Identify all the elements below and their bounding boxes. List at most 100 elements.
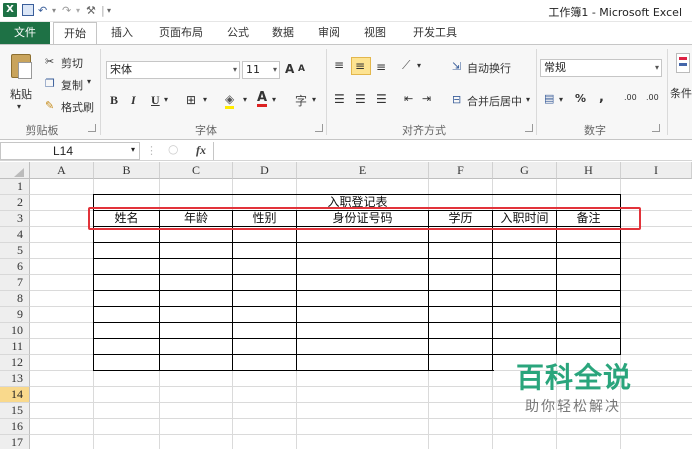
bold-button[interactable]: B <box>110 93 118 108</box>
row-header[interactable]: 12 <box>0 355 30 371</box>
row-header[interactable]: 7 <box>0 275 30 291</box>
row-header[interactable]: 8 <box>0 291 30 307</box>
align-center-icon[interactable]: ☰ <box>355 92 366 106</box>
tab-page-layout[interactable]: 页面布局 <box>150 22 212 44</box>
tab-review[interactable]: 审阅 <box>310 22 348 44</box>
increase-indent-icon[interactable]: ⇥ <box>422 92 431 105</box>
merge-center-button[interactable]: 合并后居中 <box>467 93 522 109</box>
number-format-combo[interactable]: 常规 ▾ <box>540 59 662 77</box>
row-header-selected[interactable]: 14 <box>0 387 30 403</box>
increase-decimal-button[interactable]: .00 <box>624 93 637 102</box>
align-right-icon[interactable]: ☰ <box>376 92 387 106</box>
col-header-e[interactable]: E <box>297 162 429 179</box>
font-launcher-icon[interactable] <box>315 124 323 132</box>
underline-dropdown-icon[interactable]: ▾ <box>164 95 168 104</box>
col-header-g[interactable]: G <box>493 162 557 179</box>
number-launcher-icon[interactable] <box>652 124 660 132</box>
col-header-c[interactable]: C <box>160 162 233 179</box>
name-box[interactable]: L14 <box>0 142 140 160</box>
phonetic-guide-icon[interactable]: 字 <box>295 92 307 109</box>
undo-icon[interactable]: ↶ <box>38 3 47 18</box>
copy-button[interactable]: ❐ 复制 ▾ <box>42 76 98 92</box>
row-header[interactable]: 2 <box>0 195 30 211</box>
row-header[interactable]: 6 <box>0 259 30 275</box>
formula-input[interactable] <box>213 142 692 160</box>
underline-button[interactable]: U <box>151 93 160 108</box>
wrap-text-icon[interactable]: ⇲ <box>452 60 461 73</box>
row-header[interactable]: 16 <box>0 419 30 435</box>
format-painter-button[interactable]: ✎ 格式刷 <box>42 98 96 114</box>
save-icon[interactable] <box>22 4 34 16</box>
currency-dropdown-icon[interactable]: ▾ <box>559 95 563 104</box>
font-color-icon[interactable]: A <box>257 91 268 107</box>
percent-button[interactable]: % <box>575 92 586 105</box>
col-header-d[interactable]: D <box>233 162 297 179</box>
conditional-format-label[interactable]: 条件 <box>670 85 692 101</box>
align-top-icon[interactable]: ≡ <box>334 58 344 72</box>
borders-dropdown-icon[interactable]: ▾ <box>203 95 207 104</box>
paste-button[interactable]: 粘贴 ▾ <box>6 49 36 119</box>
col-header-a[interactable]: A <box>30 162 94 179</box>
merge-icon[interactable]: ⊟ <box>452 93 461 106</box>
customize-tool-icon[interactable]: ⚒ <box>86 3 96 18</box>
tab-file[interactable]: 文件 <box>0 22 50 44</box>
clipboard-launcher-icon[interactable] <box>88 124 96 132</box>
col-header-b[interactable]: B <box>94 162 160 179</box>
italic-button[interactable]: I <box>131 93 136 108</box>
col-header-f[interactable]: F <box>429 162 493 179</box>
table-border <box>556 210 557 355</box>
tab-view[interactable]: 视图 <box>356 22 394 44</box>
row-header[interactable]: 11 <box>0 339 30 355</box>
alignment-launcher-icon[interactable] <box>525 124 533 132</box>
tab-home[interactable]: 开始 <box>53 22 97 44</box>
row-header[interactable]: 13 <box>0 371 30 387</box>
tab-data[interactable]: 数据 <box>264 22 302 44</box>
row-header[interactable]: 9 <box>0 307 30 323</box>
tab-formulas[interactable]: 公式 <box>220 22 256 44</box>
align-bottom-icon[interactable]: ≡ <box>376 60 386 74</box>
col-header-i[interactable]: I <box>621 162 692 179</box>
undo-dropdown-icon[interactable]: ▾ <box>52 3 56 18</box>
font-color-dropdown-icon[interactable]: ▾ <box>272 95 276 104</box>
grow-font-button[interactable]: A <box>285 62 294 76</box>
col-header-h[interactable]: H <box>557 162 621 179</box>
align-middle-button[interactable]: ≡ <box>351 57 371 75</box>
row-header[interactable]: 3 <box>0 211 30 227</box>
decrease-decimal-button[interactable]: .00 <box>646 93 659 102</box>
align-left-icon[interactable]: ☰ <box>334 92 345 106</box>
excel-app-icon[interactable]: X <box>3 3 17 17</box>
tab-insert[interactable]: 插入 <box>103 22 141 44</box>
row-header[interactable]: 17 <box>0 435 30 449</box>
cut-button[interactable]: ✂ 剪切 <box>42 54 92 70</box>
wrap-text-button[interactable]: 自动换行 <box>467 60 511 76</box>
shrink-font-button[interactable]: A <box>298 64 305 74</box>
row-header[interactable]: 10 <box>0 323 30 339</box>
currency-icon[interactable]: ▤ <box>544 92 554 105</box>
cancel-entry-icon[interactable]: ○ <box>168 142 178 156</box>
name-box-dropdown-icon[interactable]: ▾ <box>131 145 135 154</box>
font-name-combo[interactable]: 宋体 ▾ <box>106 61 240 79</box>
tab-developer[interactable]: 开发工具 <box>404 22 466 44</box>
gridline <box>30 434 692 435</box>
font-group-label: 字体 <box>195 124 217 137</box>
fill-color-dropdown-icon[interactable]: ▾ <box>243 95 247 104</box>
comma-button[interactable]: , <box>599 90 604 105</box>
customize-quick-access-icon[interactable]: ▾ <box>107 3 111 18</box>
conditional-format-icon[interactable] <box>676 53 690 73</box>
font-size-combo[interactable]: 11 ▾ <box>242 61 280 79</box>
insert-function-icon[interactable]: fx <box>196 143 206 158</box>
row-header[interactable]: 4 <box>0 227 30 243</box>
merge-dropdown-icon[interactable]: ▾ <box>526 95 530 104</box>
phonetic-dropdown-icon[interactable]: ▾ <box>312 95 316 104</box>
orientation-icon[interactable]: ⟋ <box>402 58 410 73</box>
row-header[interactable]: 5 <box>0 243 30 259</box>
row-header[interactable]: 15 <box>0 403 30 419</box>
cf-bar-icon <box>679 63 687 66</box>
decrease-indent-icon[interactable]: ⇤ <box>404 92 413 105</box>
fill-color-icon[interactable]: ◈ <box>225 92 235 109</box>
redo-dropdown-icon[interactable]: ▾ <box>76 3 80 18</box>
row-header[interactable]: 1 <box>0 179 30 195</box>
redo-icon[interactable]: ↷ <box>62 3 71 18</box>
orientation-dropdown-icon[interactable]: ▾ <box>417 61 421 70</box>
borders-icon[interactable]: ⊞ <box>186 93 196 107</box>
